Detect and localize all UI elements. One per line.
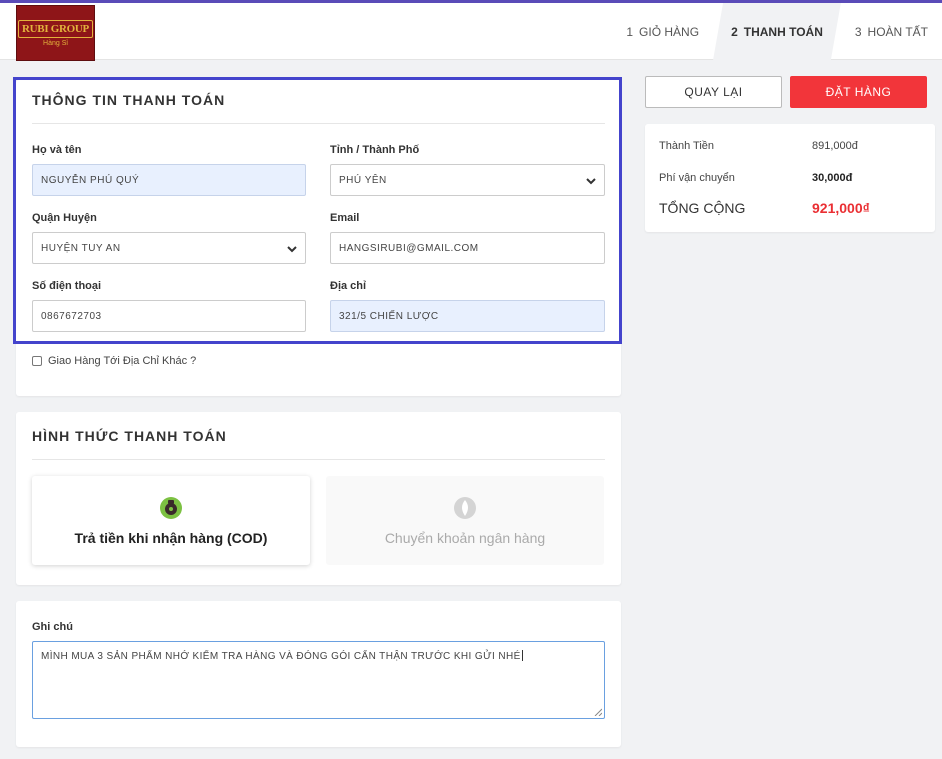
subtotal-label: Thành Tiền xyxy=(659,140,715,152)
top-bar: RUBI GROUP Hàng Sỉ 1 GIỎ HÀNG 2 THANH TO… xyxy=(0,0,942,61)
note-value: MÌNH MUA 3 SẢN PHẨM NHỚ KIỂM TRA HÀNG VÀ… xyxy=(41,651,521,662)
payment-method-card: HÌNH THỨC THANH TOÁN Trả tiền khi nhận h… xyxy=(16,412,621,585)
brand-logo[interactable]: RUBI GROUP Hàng Sỉ xyxy=(16,5,95,61)
note-textarea[interactable]: MÌNH MUA 3 SẢN PHẨM NHỚ KIỂM TRA HÀNG VÀ… xyxy=(32,641,605,719)
resize-handle-icon[interactable] xyxy=(594,708,602,716)
other-address-label[interactable]: Giao Hàng Tới Địa Chỉ Khác ? xyxy=(48,355,196,367)
payment-title: HÌNH THỨC THANH TOÁN xyxy=(32,428,227,444)
logo-subtext: Hàng Sỉ xyxy=(43,39,68,47)
bank-label: Chuyển khoản ngân hàng xyxy=(384,529,546,546)
back-button[interactable]: QUAY LẠI xyxy=(645,76,782,108)
name-value: NGUYỄN PHÚ QUÝ xyxy=(41,174,140,186)
shipping-value: 30,000đ xyxy=(812,172,853,184)
step-number: 3 xyxy=(854,24,862,39)
address-value: 321/5 CHIẾN LƯỢC xyxy=(339,310,439,322)
name-field[interactable]: NGUYỄN PHÚ QUÝ xyxy=(32,164,306,196)
chevron-down-icon xyxy=(287,246,297,253)
district-label: Quận Huyện xyxy=(32,212,97,224)
step-label: HOÀN TẤT xyxy=(867,24,928,39)
phone-label: Số điện thoại xyxy=(32,280,102,292)
subtotal-row: Thành Tiền 891,000đ xyxy=(659,140,921,152)
billing-info-card: THÔNG TIN THANH TOÁN Họ và tên NGUYỄN PH… xyxy=(16,80,621,396)
shipping-row: Phí vận chuyển 30,000đ xyxy=(659,172,921,184)
email-field[interactable]: HANGSIRUBI@GMAIL.COM xyxy=(330,232,605,264)
note-label: Ghi chú xyxy=(32,621,73,633)
total-value: 921,000₫ xyxy=(812,200,870,216)
email-value: HANGSIRUBI@GMAIL.COM xyxy=(339,242,479,254)
step-payment[interactable]: 2 THANH TOÁN xyxy=(713,3,841,60)
total-row: TỔNG CỘNG 921,000₫ xyxy=(659,200,921,216)
order-button[interactable]: ĐẶT HÀNG xyxy=(790,76,927,108)
cod-label: Trả tiền khi nhận hàng (COD) xyxy=(74,529,268,546)
checkout-steps: 1 GIỎ HÀNG 2 THANH TOÁN 3 HOÀN TẤT xyxy=(612,3,942,60)
province-select[interactable]: PHÚ YÊN xyxy=(330,164,605,196)
phone-field[interactable]: 0867672703 xyxy=(32,300,306,332)
phone-value: 0867672703 xyxy=(41,310,102,322)
address-label: Địa chỉ xyxy=(330,280,367,292)
step-label: THANH TOÁN xyxy=(743,24,823,39)
subtotal-value: 891,000đ xyxy=(812,140,858,152)
other-address-checkbox[interactable] xyxy=(32,356,42,366)
district-value: HUYỆN TUY AN xyxy=(41,242,121,254)
step-cart[interactable]: 1 GIỎ HÀNG xyxy=(612,3,713,60)
total-label: TỔNG CỘNG xyxy=(659,200,746,216)
payment-option-cod[interactable]: Trả tiền khi nhận hàng (COD) xyxy=(32,476,310,565)
name-label: Họ và tên xyxy=(32,144,82,156)
order-summary-card: Thành Tiền 891,000đ Phí vận chuyển 30,00… xyxy=(645,124,935,232)
text-caret xyxy=(521,650,523,661)
province-value: PHÚ YÊN xyxy=(339,174,387,186)
logo-text: RUBI GROUP xyxy=(18,19,93,38)
email-label: Email xyxy=(330,212,360,224)
step-number: 2 xyxy=(731,24,738,39)
billing-title: THÔNG TIN THANH TOÁN xyxy=(32,92,226,108)
step-label: GIỎ HÀNG xyxy=(639,24,700,39)
address-field[interactable]: 321/5 CHIẾN LƯỢC xyxy=(330,300,605,332)
district-select[interactable]: HUYỆN TUY AN xyxy=(32,232,306,264)
bank-transfer-icon xyxy=(454,496,476,519)
divider xyxy=(32,123,605,124)
money-bag-icon xyxy=(160,496,182,519)
chevron-down-icon xyxy=(586,178,596,185)
province-label: Tỉnh / Thành Phố xyxy=(330,144,420,156)
shipping-label: Phí vận chuyển xyxy=(659,172,735,184)
step-complete[interactable]: 3 HOÀN TẤT xyxy=(841,3,942,60)
divider xyxy=(32,459,605,460)
step-number: 1 xyxy=(626,24,634,39)
note-card: Ghi chú MÌNH MUA 3 SẢN PHẨM NHỚ KIỂM TRA… xyxy=(16,601,621,747)
payment-option-bank[interactable]: Chuyển khoản ngân hàng xyxy=(326,476,604,565)
